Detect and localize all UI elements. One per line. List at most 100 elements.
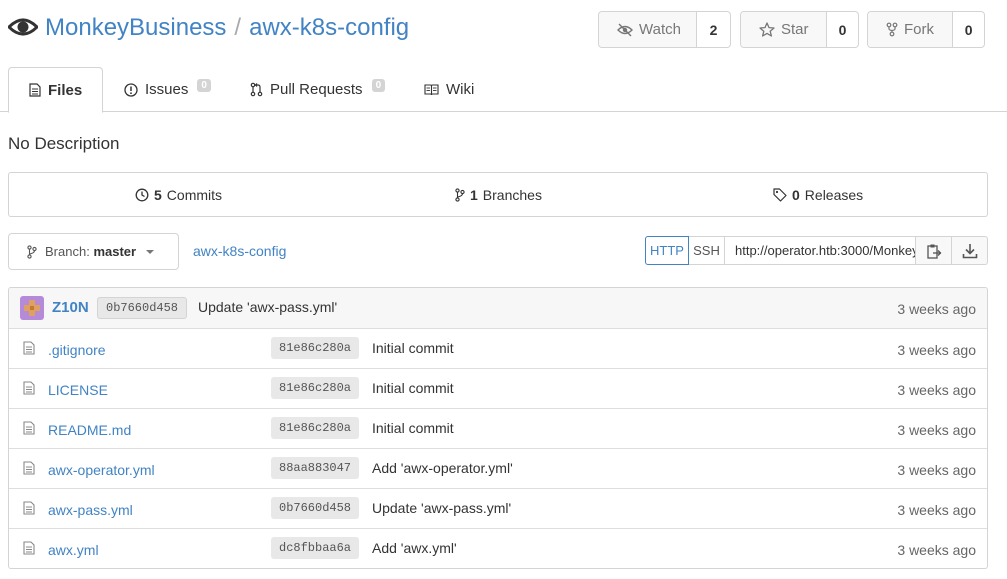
branch-selector[interactable]: Branch: master: [8, 233, 179, 270]
commits-stat-link[interactable]: 5 Commits: [135, 173, 222, 216]
tab-pull-requests[interactable]: Pull Requests 0: [250, 67, 386, 112]
file-name-link[interactable]: awx-operator.yml: [48, 462, 155, 478]
file-commit-sha[interactable]: 0b7660d458: [271, 497, 360, 519]
fork-label: Fork: [904, 21, 934, 38]
file-name-link[interactable]: README.md: [48, 422, 131, 438]
branches-count: 1: [470, 186, 478, 203]
git-pull-request-icon: [250, 82, 263, 97]
avatar[interactable]: [20, 296, 44, 320]
eye-icon: [8, 12, 38, 42]
tab-files[interactable]: Files: [8, 67, 103, 113]
file-commit-message: Initial commit: [372, 380, 454, 396]
tab-label: Wiki: [446, 81, 475, 98]
file-commit-message: Update 'awx-pass.yml': [372, 500, 512, 516]
watch-label: Watch: [639, 21, 681, 38]
table-row: awx-pass.yml 0b7660d458 Update 'awx-pass…: [9, 489, 987, 529]
issues-count-badge: 0: [197, 79, 211, 92]
file-commit-age: 3 weeks ago: [897, 542, 976, 558]
file-icon: [23, 421, 35, 435]
fork-button[interactable]: Fork: [868, 12, 954, 47]
table-row: awx.yml dc8fbbaa6a Add 'awx.yml' 3 weeks…: [9, 529, 987, 568]
file-list-table: Z10N 0b7660d458 Update 'awx-pass.yml' 3 …: [8, 287, 988, 569]
clipboard-icon: [926, 243, 942, 259]
star-button-group: Star 0: [740, 11, 859, 48]
ssh-clone-button[interactable]: SSH: [689, 236, 725, 265]
table-row: .gitignore 81e86c280a Initial commit 3 w…: [9, 329, 987, 369]
releases-stat-link[interactable]: 0 Releases: [773, 173, 863, 216]
repo-description: No Description: [8, 134, 120, 153]
file-name-link[interactable]: .gitignore: [48, 342, 106, 358]
repo-name-link[interactable]: awx-k8s-config: [249, 14, 409, 41]
tab-label: Files: [48, 81, 83, 99]
file-icon: [23, 461, 35, 475]
pull-requests-count-badge: 0: [371, 79, 386, 92]
repo-title-separator: /: [234, 14, 242, 41]
file-icon: [23, 381, 35, 395]
branches-stat-link[interactable]: 1 Branches: [455, 173, 542, 216]
download-button[interactable]: [952, 236, 988, 265]
tab-label: Issues: [145, 81, 189, 98]
file-commit-age: 3 weeks ago: [897, 462, 976, 478]
star-count[interactable]: 0: [827, 12, 858, 47]
file-commit-sha[interactable]: dc8fbbaa6a: [271, 537, 360, 559]
latest-commit-sha[interactable]: 0b7660d458: [97, 297, 188, 319]
latest-commit-age: 3 weeks ago: [897, 301, 976, 317]
history-icon: [135, 188, 149, 202]
repo-tabs: Files Issues 0 Pull Requests 0 Wiki: [0, 67, 1007, 113]
file-commit-message: Initial commit: [372, 420, 454, 436]
http-clone-button[interactable]: HTTP: [645, 236, 689, 265]
file-commit-message: Initial commit: [372, 340, 454, 356]
eye-slash-icon: [617, 23, 633, 37]
table-row: LICENSE 81e86c280a Initial commit 3 week…: [9, 369, 987, 409]
fork-count[interactable]: 0: [953, 12, 984, 47]
git-branch-icon: [455, 187, 465, 202]
file-commit-message: Add 'awx.yml': [372, 540, 457, 556]
watch-button[interactable]: Watch: [599, 12, 697, 47]
file-text-icon: [29, 83, 41, 97]
breadcrumb-repo-link[interactable]: awx-k8s-config: [193, 243, 286, 259]
branch-prefix: Branch:: [45, 244, 90, 259]
file-commit-sha[interactable]: 88aa883047: [271, 457, 360, 479]
tag-icon: [773, 187, 787, 202]
issue-opened-icon: [124, 82, 138, 97]
fork-icon: [886, 22, 898, 37]
watch-button-group: Watch 2: [598, 11, 731, 48]
repo-stats-bar: 5 Commits 1 Branches 0 Releases: [8, 172, 988, 217]
file-commit-age: 3 weeks ago: [897, 422, 976, 438]
caret-down-icon: [146, 249, 155, 254]
watch-count[interactable]: 2: [697, 12, 730, 47]
file-commit-sha[interactable]: 81e86c280a: [271, 337, 360, 359]
branches-label: Branches: [482, 186, 542, 203]
star-button[interactable]: Star: [741, 12, 827, 47]
releases-count: 0: [792, 186, 800, 203]
repo-owner-link[interactable]: MonkeyBusiness: [45, 14, 226, 41]
commit-author-link[interactable]: Z10N: [52, 299, 89, 316]
file-name-link[interactable]: awx-pass.yml: [48, 502, 133, 518]
commits-count: 5: [154, 186, 162, 203]
file-name-link[interactable]: awx.yml: [48, 542, 99, 558]
commits-label: Commits: [166, 186, 223, 203]
repo-header: MonkeyBusiness / awx-k8s-config Watch 2 St…: [0, 0, 1007, 60]
file-commit-age: 3 weeks ago: [897, 342, 976, 358]
git-branch-icon: [27, 244, 37, 259]
file-icon: [23, 541, 35, 555]
clone-url-input[interactable]: http://operator.htb:3000/MonkeyBusiness/…: [725, 236, 916, 265]
file-name-link[interactable]: LICENSE: [48, 382, 108, 398]
file-commit-age: 3 weeks ago: [897, 382, 976, 398]
book-icon: [424, 83, 439, 96]
clone-url-group: HTTP SSH http://operator.htb:3000/Monkey…: [645, 236, 988, 266]
file-icon: [23, 501, 35, 515]
download-icon: [962, 243, 978, 259]
file-commit-sha[interactable]: 81e86c280a: [271, 417, 360, 439]
file-commit-message: Add 'awx-operator.yml': [372, 460, 513, 476]
tab-wiki[interactable]: Wiki: [424, 67, 474, 112]
branch-name: master: [93, 244, 137, 259]
file-icon: [23, 341, 35, 355]
table-row: README.md 81e86c280a Initial commit 3 we…: [9, 409, 987, 449]
releases-label: Releases: [804, 186, 864, 203]
tab-issues[interactable]: Issues 0: [124, 67, 211, 112]
fork-button-group: Fork 0: [867, 11, 985, 48]
file-commit-sha[interactable]: 81e86c280a: [271, 377, 360, 399]
copy-url-button[interactable]: [916, 236, 952, 265]
file-commit-age: 3 weeks ago: [897, 502, 976, 518]
